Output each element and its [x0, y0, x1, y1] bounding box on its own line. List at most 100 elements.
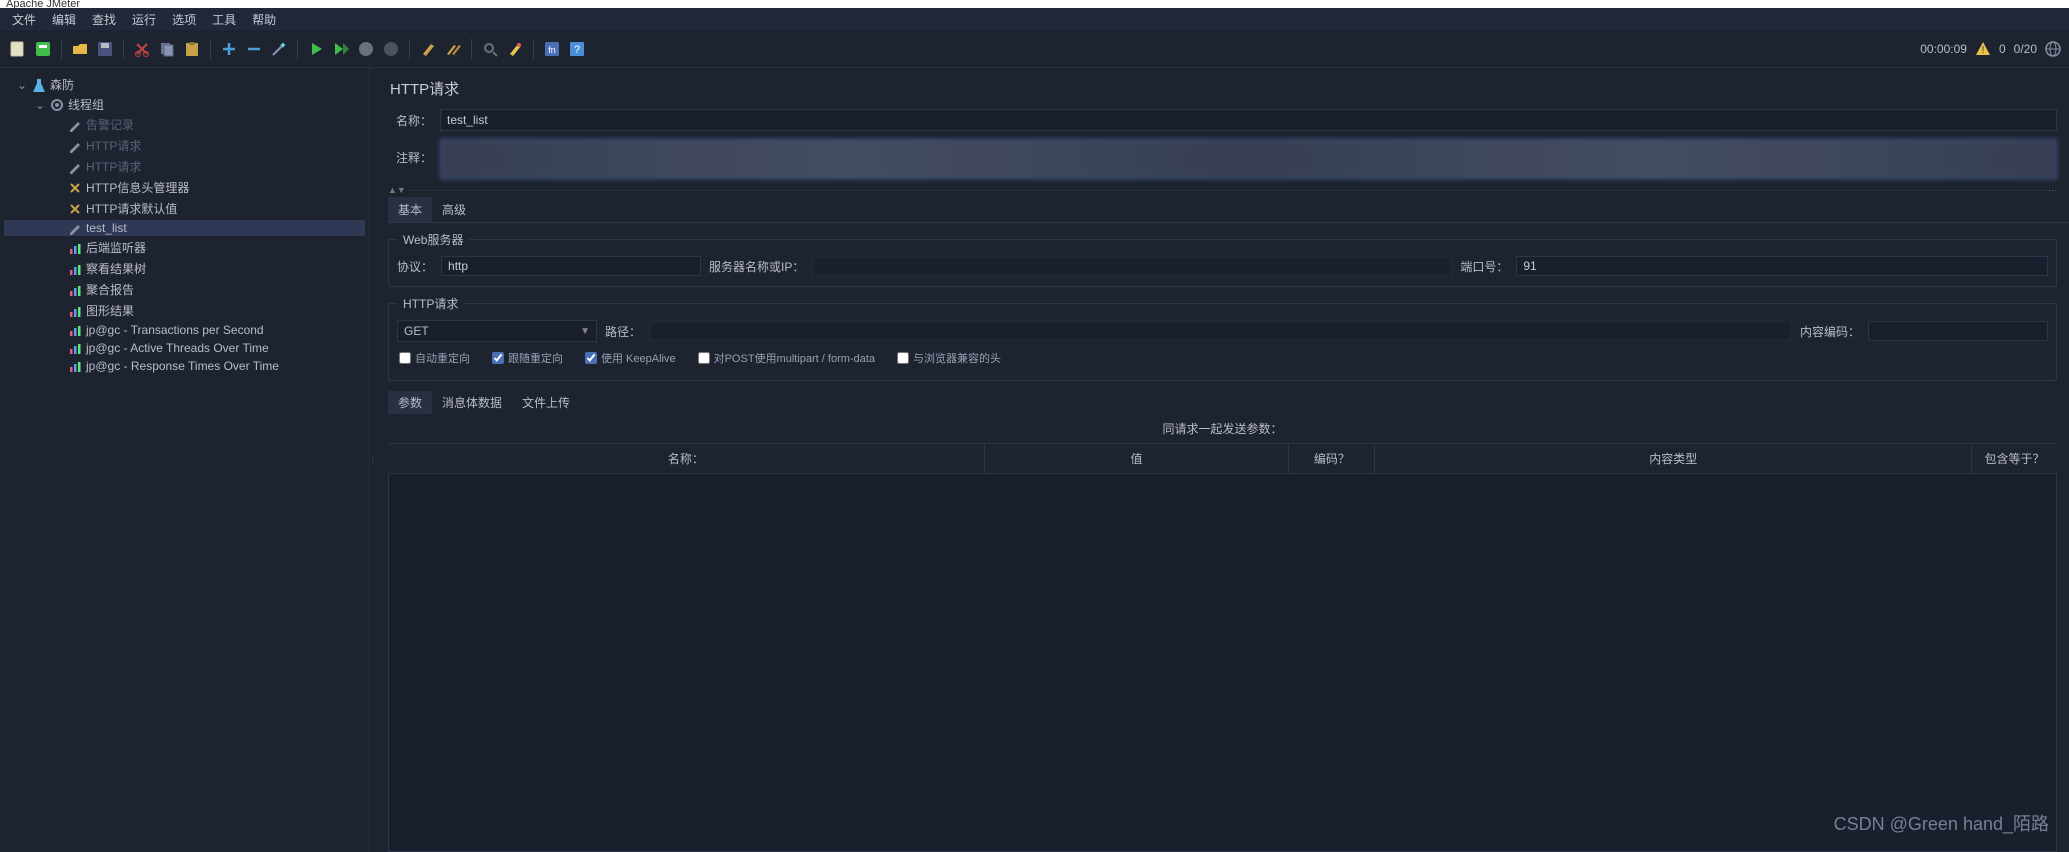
- tree-item-0[interactable]: 告警记录: [4, 115, 365, 134]
- stop-icon[interactable]: [356, 39, 376, 59]
- tree-item-11[interactable]: jp@gc - Active Threads Over Time: [4, 340, 365, 356]
- encoding-label: 内容编码：: [1800, 323, 1860, 340]
- menu-run[interactable]: 运行: [126, 9, 162, 30]
- collapse-toggle[interactable]: ▲▼⋯: [376, 183, 2069, 197]
- search-icon[interactable]: [480, 39, 500, 59]
- tree-item-10[interactable]: jp@gc - Transactions per Second: [4, 322, 365, 338]
- toolbar: fn ? 00:00:09 ! 0 0/20: [0, 30, 2069, 68]
- tree-item-4[interactable]: HTTP请求默认值: [4, 199, 365, 218]
- menu-file[interactable]: 文件: [6, 9, 42, 30]
- tree-item-8[interactable]: 聚合报告: [4, 280, 365, 299]
- cut-icon[interactable]: [132, 39, 152, 59]
- add-icon[interactable]: [219, 39, 239, 59]
- tree-root[interactable]: ⌄森防: [4, 75, 365, 94]
- chk-multipart[interactable]: 对POST使用multipart / form-data: [698, 350, 875, 366]
- path-input[interactable]: [649, 321, 1792, 341]
- host-input[interactable]: [812, 256, 1452, 276]
- remove-icon[interactable]: [244, 39, 264, 59]
- menu-edit[interactable]: 编辑: [46, 9, 82, 30]
- globe-icon[interactable]: [2045, 41, 2061, 57]
- chart-icon: [68, 323, 82, 337]
- http-request-legend: HTTP请求: [397, 295, 464, 312]
- path-label: 路径：: [605, 323, 641, 340]
- chk-browser-headers[interactable]: 与浏览器兼容的头: [897, 350, 1001, 366]
- reset-search-icon[interactable]: [505, 39, 525, 59]
- menu-options[interactable]: 选项: [166, 9, 202, 30]
- clear-all-icon[interactable]: [443, 39, 463, 59]
- menu-search[interactable]: 查找: [86, 9, 122, 30]
- shutdown-icon[interactable]: [381, 39, 401, 59]
- tree-item-9[interactable]: 图形结果: [4, 301, 365, 320]
- web-server-fieldset: Web服务器 协议： 服务器名称或IP： 端口号：: [388, 231, 2057, 287]
- warn-icon[interactable]: !: [1975, 41, 1991, 57]
- pen-icon: [68, 118, 82, 132]
- flask-icon: [32, 78, 46, 92]
- comment-input[interactable]: [440, 139, 2057, 179]
- tree-item-2[interactable]: HTTP请求: [4, 157, 365, 176]
- tree-item-6[interactable]: 后端监听器: [4, 238, 365, 257]
- window-titlebar: Apache JMeter: [0, 0, 2069, 8]
- tree-item-12[interactable]: jp@gc - Response Times Over Time: [4, 358, 365, 374]
- menu-tools[interactable]: 工具: [206, 9, 242, 30]
- thread-count: 0/20: [2014, 42, 2037, 56]
- port-input[interactable]: [1516, 256, 2048, 276]
- copy-icon[interactable]: [157, 39, 177, 59]
- tree-item-5[interactable]: test_list: [4, 220, 365, 236]
- tree-threadgroup[interactable]: ⌄线程组: [4, 95, 365, 114]
- chk-keepalive[interactable]: 使用 KeepAlive: [585, 350, 676, 366]
- run-nopause-icon[interactable]: [331, 39, 351, 59]
- error-count: 0: [1999, 42, 2006, 56]
- open-icon[interactable]: [70, 39, 90, 59]
- col-name[interactable]: 名称：: [388, 444, 985, 473]
- chart-icon: [68, 283, 82, 297]
- svg-text:fn: fn: [548, 45, 556, 55]
- chart-icon: [68, 341, 82, 355]
- comment-label: 注释：: [388, 139, 432, 166]
- col-include[interactable]: 包含等于？: [1972, 444, 2057, 473]
- clear-icon[interactable]: [418, 39, 438, 59]
- config-tabs: 基本 高级: [388, 197, 2069, 223]
- tree-item-1[interactable]: HTTP请求: [4, 136, 365, 155]
- param-tabs: 参数 消息体数据 文件上传: [376, 391, 2069, 414]
- chk-follow-redirect[interactable]: 跟随重定向: [492, 350, 563, 366]
- param-table-header: 名称： 值 编码？ 内容类型 包含等于？: [388, 443, 2057, 473]
- elapsed-time: 00:00:09: [1920, 42, 1967, 56]
- tab-basic[interactable]: 基本: [388, 197, 432, 222]
- templates-icon[interactable]: [33, 39, 53, 59]
- chevron-down-icon: ▼: [580, 326, 590, 337]
- tree-item-3[interactable]: HTTP信息头管理器: [4, 178, 365, 197]
- name-label: 名称：: [388, 112, 432, 129]
- param-table-body[interactable]: [388, 473, 2057, 852]
- new-icon[interactable]: [8, 39, 28, 59]
- tools-icon: [68, 202, 82, 216]
- pen-icon: [68, 221, 82, 235]
- tab-files[interactable]: 文件上传: [512, 391, 580, 414]
- col-ctype[interactable]: 内容类型: [1375, 444, 1972, 473]
- wand-icon[interactable]: [269, 39, 289, 59]
- paste-icon[interactable]: [182, 39, 202, 59]
- method-select[interactable]: GET▼: [397, 320, 597, 342]
- chart-icon: [68, 262, 82, 276]
- svg-text:?: ?: [574, 44, 580, 56]
- tab-advanced[interactable]: 高级: [432, 197, 476, 222]
- chk-auto-redirect[interactable]: 自动重定向: [399, 350, 470, 366]
- menu-help[interactable]: 帮助: [246, 9, 282, 30]
- save-icon[interactable]: [95, 39, 115, 59]
- col-value[interactable]: 值: [985, 444, 1290, 473]
- menubar: 文件 编辑 查找 运行 选项 工具 帮助: [0, 8, 2069, 30]
- encoding-input[interactable]: [1868, 321, 2048, 341]
- run-icon[interactable]: [306, 39, 326, 59]
- tab-params[interactable]: 参数: [388, 391, 432, 414]
- tree-item-7[interactable]: 察看结果树: [4, 259, 365, 278]
- tree-panel: ⌄森防 ⌄线程组 告警记录 HTTP请求 HTTP请求 HTTP信息头管理器 HTTP请…: [0, 68, 370, 852]
- svg-text:!: !: [1982, 45, 1985, 56]
- tab-body[interactable]: 消息体数据: [432, 391, 512, 414]
- host-label: 服务器名称或IP：: [709, 258, 804, 275]
- col-encode[interactable]: 编码？: [1289, 444, 1375, 473]
- status-area: 00:00:09 ! 0 0/20: [1920, 41, 2061, 57]
- name-input[interactable]: [440, 109, 2057, 131]
- protocol-input[interactable]: [441, 256, 701, 276]
- main-area: ⌄森防 ⌄线程组 告警记录 HTTP请求 HTTP请求 HTTP信息头管理器 HTTP请…: [0, 68, 2069, 852]
- fn-icon[interactable]: fn: [542, 39, 562, 59]
- help-icon[interactable]: ?: [567, 39, 587, 59]
